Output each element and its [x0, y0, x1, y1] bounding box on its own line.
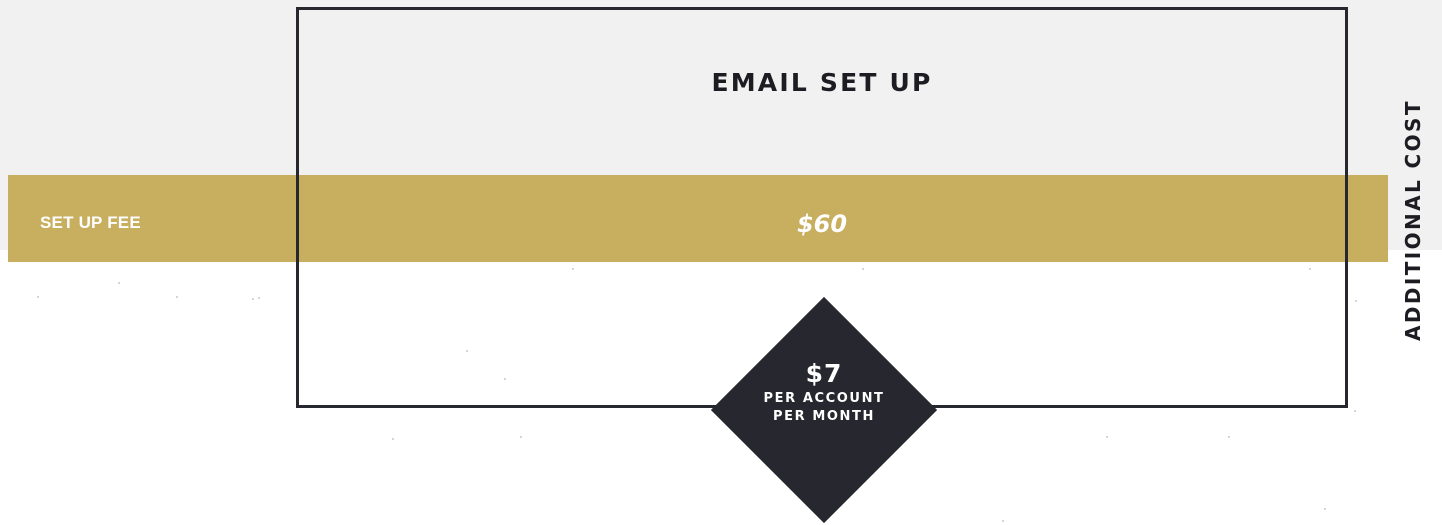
speck — [1355, 300, 1357, 302]
card-title: EMAIL SET UP — [711, 68, 933, 97]
speck — [1002, 520, 1004, 522]
badge-line-per-month: PER MONTH — [773, 409, 875, 424]
speck — [1354, 410, 1356, 412]
badge-line-per-account: PER ACCOUNT — [763, 391, 885, 406]
badge-price: $7 — [805, 359, 843, 388]
speck — [520, 436, 522, 438]
price-badge-text: $7 PER ACCOUNT PER MONTH — [744, 358, 904, 426]
fee-label: SET UP FEE — [40, 213, 141, 232]
speck — [252, 298, 254, 300]
speck — [1228, 436, 1230, 438]
speck — [258, 297, 260, 299]
speck — [118, 282, 120, 284]
speck — [37, 296, 39, 298]
side-label-additional-cost: ADDITIONAL COST — [1401, 99, 1425, 341]
speck — [392, 438, 394, 440]
speck — [1324, 508, 1326, 510]
speck — [1106, 436, 1108, 438]
speck — [176, 296, 178, 298]
